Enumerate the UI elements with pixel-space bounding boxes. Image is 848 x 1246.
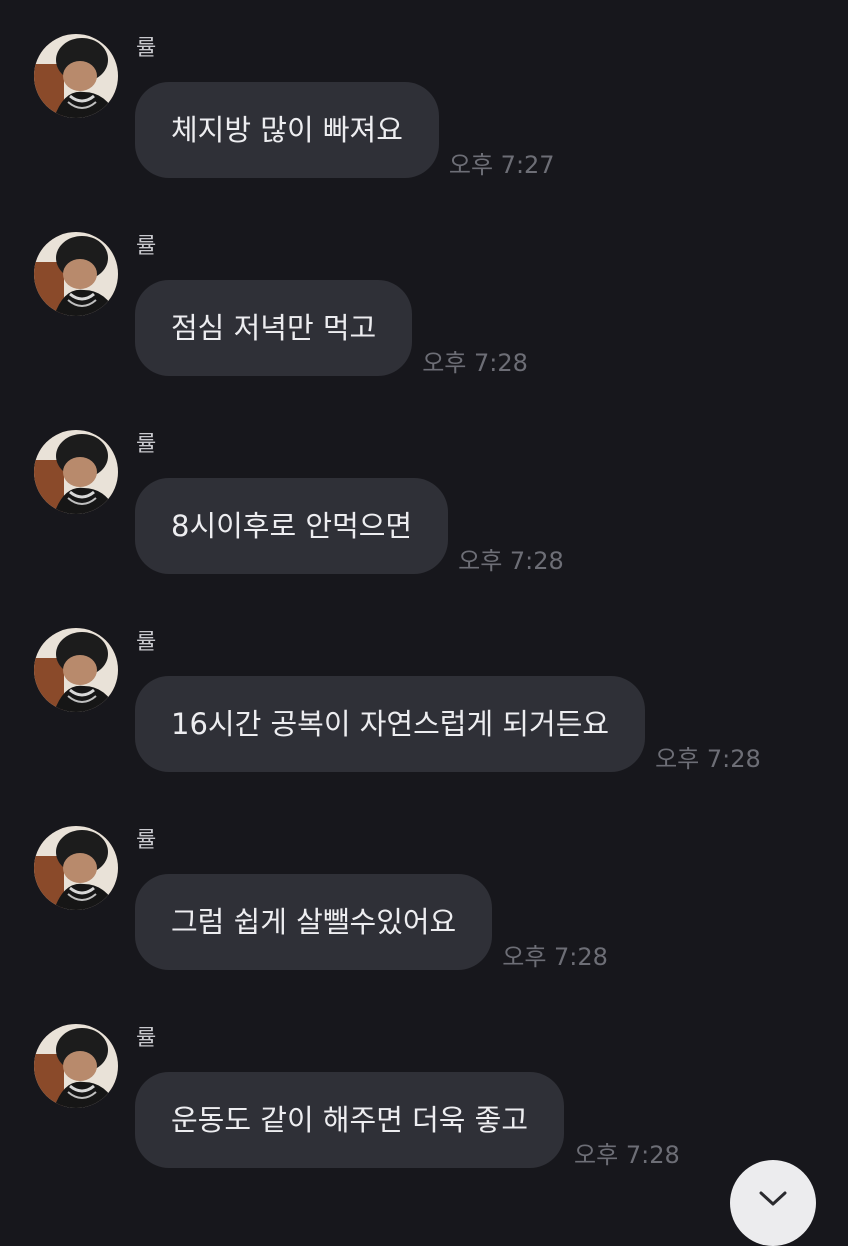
message-group: 률 16시간 공복이 자연스럽게 되거든요 오후 7:28 <box>0 628 848 778</box>
message-row: 체지방 많이 빠져요 오후 7:27 <box>135 82 555 179</box>
avatar[interactable] <box>34 826 118 910</box>
avatar[interactable] <box>34 1024 118 1108</box>
message-group: 률 체지방 많이 빠져요 오후 7:27 <box>0 34 848 184</box>
sender-name: 률 <box>136 1026 157 1051</box>
message-row: 그럼 쉽게 살뺄수있어요 오후 7:28 <box>135 874 608 971</box>
message-row: 8시이후로 안먹으면 오후 7:28 <box>135 478 564 575</box>
message-bubble[interactable]: 운동도 같이 해주면 더욱 좋고 <box>135 1072 565 1168</box>
message-time: 오후 7:28 <box>502 943 608 971</box>
message-time: 오후 7:28 <box>422 349 528 377</box>
message-time: 오후 7:28 <box>574 1141 680 1169</box>
message-group: 률 그럼 쉽게 살뺄수있어요 오후 7:28 <box>0 826 848 976</box>
sender-name: 률 <box>136 234 157 259</box>
sender-name: 률 <box>136 828 157 853</box>
message-group: 률 8시이후로 안먹으면 오후 7:28 <box>0 430 848 580</box>
sender-name: 률 <box>136 630 157 655</box>
message-bubble[interactable]: 16시간 공복이 자연스럽게 되거든요 <box>135 676 646 772</box>
message-bubble[interactable]: 그럼 쉽게 살뺄수있어요 <box>135 874 493 970</box>
avatar[interactable] <box>34 34 118 118</box>
avatar[interactable] <box>34 628 118 712</box>
message-row: 점심 저녁만 먹고 오후 7:28 <box>135 280 528 377</box>
message-group: 률 점심 저녁만 먹고 오후 7:28 <box>0 232 848 382</box>
sender-name: 률 <box>136 36 157 61</box>
message-group: 률 운동도 같이 해주면 더욱 좋고 오후 7:28 <box>0 1024 848 1174</box>
message-time: 오후 7:28 <box>458 547 564 575</box>
scroll-to-bottom-button[interactable] <box>730 1160 816 1246</box>
message-time: 오후 7:27 <box>448 151 555 179</box>
sender-name: 률 <box>136 432 157 457</box>
message-bubble[interactable]: 8시이후로 안먹으면 <box>135 478 449 574</box>
chat-message-list[interactable]: 률 체지방 많이 빠져요 오후 7:27 률 점심 저녁만 먹고 오후 7:28 <box>0 0 848 1200</box>
message-row: 16시간 공복이 자연스럽게 되거든요 오후 7:28 <box>135 676 761 773</box>
message-bubble[interactable]: 점심 저녁만 먹고 <box>135 280 413 376</box>
message-time: 오후 7:28 <box>655 745 761 773</box>
avatar[interactable] <box>34 232 118 316</box>
message-row: 운동도 같이 해주면 더욱 좋고 오후 7:28 <box>135 1072 680 1169</box>
avatar[interactable] <box>34 430 118 514</box>
message-bubble[interactable]: 체지방 많이 빠져요 <box>135 82 439 178</box>
chevron-down-icon <box>759 1191 787 1206</box>
